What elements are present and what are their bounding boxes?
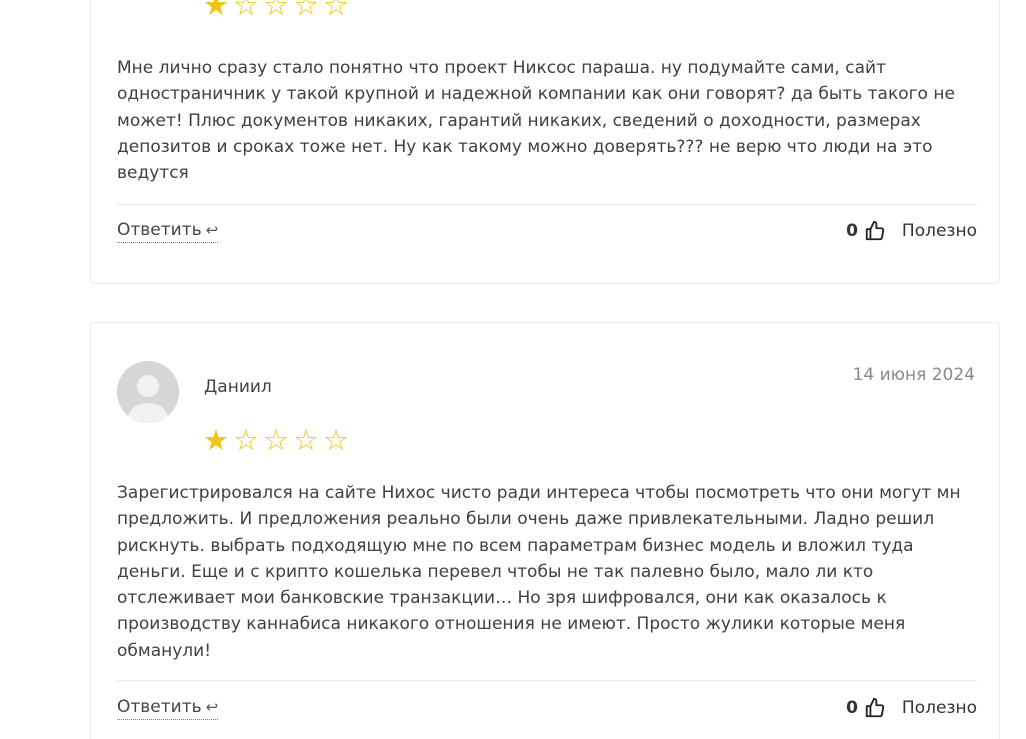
star-empty-icon: ☆ <box>323 423 349 457</box>
review-card: Даниил 14 июня 2024 ★ ☆ ☆ ☆ ☆ Зарегистри… <box>90 322 1000 739</box>
reply-button[interactable]: Ответить ↩ <box>117 696 219 720</box>
star-empty-icon: ☆ <box>323 0 349 22</box>
like-count: 0 <box>846 221 858 241</box>
thumbs-up-icon[interactable] <box>864 220 886 242</box>
useful-block: 0 Полезно <box>846 220 977 242</box>
star-empty-icon: ☆ <box>293 0 319 22</box>
review-text: Зарегистрировался на сайте Нихос чисто р… <box>117 483 961 661</box>
review-card: ★ ☆ ☆ ☆ ☆ Мне лично сразу стало понятно … <box>90 0 1000 284</box>
thumbs-up-icon[interactable] <box>864 697 886 719</box>
review-text: Мне лично сразу стало понятно что проект… <box>117 58 955 184</box>
reply-label: Ответить <box>117 696 202 717</box>
like-count: 0 <box>846 698 858 718</box>
user-silhouette-icon <box>117 361 179 423</box>
reply-arrow-icon: ↩ <box>205 697 219 716</box>
review-footer: Ответить ↩ 0 Полезно <box>117 694 977 722</box>
review-date: 14 июня 2024 <box>852 365 975 385</box>
useful-label: Полезно <box>901 698 977 718</box>
review-footer: Ответить ↩ 0 Полезно <box>117 217 977 245</box>
author-name: Даниил <box>204 377 272 397</box>
rating-stars: ★ ☆ ☆ ☆ ☆ <box>203 426 349 455</box>
useful-label: Полезно <box>901 221 977 241</box>
reply-button[interactable]: Ответить ↩ <box>117 219 219 243</box>
star-empty-icon: ☆ <box>293 423 319 457</box>
reviews-page: ★ ☆ ☆ ☆ ☆ Мне лично сразу стало понятно … <box>0 0 1026 739</box>
star-empty-icon: ☆ <box>233 0 259 22</box>
reply-label: Ответить <box>117 219 202 240</box>
useful-block: 0 Полезно <box>846 697 977 719</box>
avatar <box>117 361 179 423</box>
divider <box>117 204 977 205</box>
divider <box>117 680 977 681</box>
reply-arrow-icon: ↩ <box>205 220 219 239</box>
star-empty-icon: ☆ <box>263 0 289 22</box>
star-empty-icon: ☆ <box>233 423 259 457</box>
star-filled-icon: ★ <box>203 423 229 457</box>
rating-stars: ★ ☆ ☆ ☆ ☆ <box>203 0 349 20</box>
star-filled-icon: ★ <box>203 0 229 22</box>
star-empty-icon: ☆ <box>263 423 289 457</box>
